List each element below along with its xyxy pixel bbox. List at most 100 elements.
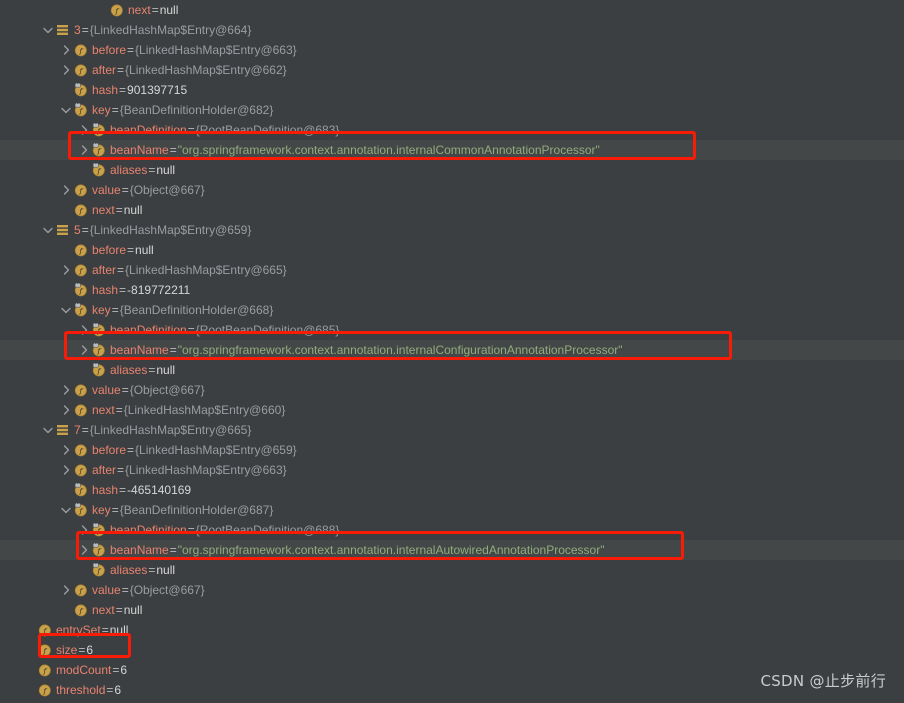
variable-row[interactable]: f aliases = null bbox=[0, 360, 904, 380]
chevron-down-icon[interactable] bbox=[60, 500, 73, 520]
variable-name: key bbox=[92, 303, 111, 317]
chevron-right-icon[interactable] bbox=[78, 520, 91, 540]
variable-name: aliases bbox=[110, 163, 148, 177]
variable-value: -819772211 bbox=[127, 283, 191, 297]
equals-sign: = bbox=[121, 383, 129, 397]
chevron-down-icon[interactable] bbox=[42, 420, 55, 440]
chevron-down-icon[interactable] bbox=[60, 300, 73, 320]
equals-sign: = bbox=[148, 363, 156, 377]
variable-row[interactable]: f aliases = null bbox=[0, 160, 904, 180]
variable-row[interactable]: f beanName = "org.springframework.context… bbox=[0, 340, 904, 360]
equals-sign: = bbox=[127, 43, 135, 57]
variable-row[interactable]: f before = null bbox=[0, 240, 904, 260]
variable-row[interactable]: 5 = {LinkedHashMap$Entry@659} bbox=[0, 220, 904, 240]
variable-row[interactable]: f beanDefinition = {RootBeanDefinition@68… bbox=[0, 120, 904, 140]
chevron-down-icon[interactable] bbox=[42, 20, 55, 40]
field-final-icon: f bbox=[91, 160, 107, 180]
chevron-right-icon[interactable] bbox=[78, 540, 91, 560]
variable-value: {LinkedHashMap$Entry@664} bbox=[89, 23, 252, 37]
equals-sign: = bbox=[111, 503, 119, 517]
variable-row[interactable]: f next = null bbox=[0, 0, 904, 20]
variable-row[interactable]: f beanName = "org.springframework.context… bbox=[0, 540, 904, 560]
field-icon: f bbox=[73, 380, 89, 400]
chevron-right-icon[interactable] bbox=[60, 380, 73, 400]
variable-row[interactable]: f after = {LinkedHashMap$Entry@662} bbox=[0, 60, 904, 80]
equals-sign: = bbox=[187, 123, 195, 137]
variable-row[interactable]: f beanDefinition = {RootBeanDefinition@68… bbox=[0, 520, 904, 540]
chevron-right-icon[interactable] bbox=[78, 340, 91, 360]
variable-value: "org.springframework.context.annotation.… bbox=[177, 343, 623, 357]
variable-row[interactable]: f hash = 901397715 bbox=[0, 80, 904, 100]
variable-name: aliases bbox=[110, 563, 148, 577]
variable-name: hash bbox=[92, 83, 119, 97]
variable-row[interactable]: 3 = {LinkedHashMap$Entry@664} bbox=[0, 20, 904, 40]
variable-name: beanDefinition bbox=[110, 123, 187, 137]
variable-value: null bbox=[159, 3, 179, 17]
chevron-down-icon[interactable] bbox=[42, 220, 55, 240]
variable-row[interactable]: f next = {LinkedHashMap$Entry@660} bbox=[0, 400, 904, 420]
chevron-right-icon[interactable] bbox=[78, 320, 91, 340]
variable-value: {Object@667} bbox=[129, 583, 205, 597]
variable-row[interactable]: f beanName = "org.springframework.context… bbox=[0, 140, 904, 160]
variable-row[interactable]: f key = {BeanDefinitionHolder@687} bbox=[0, 500, 904, 520]
equals-sign: = bbox=[111, 303, 119, 317]
chevron-right-icon[interactable] bbox=[60, 460, 73, 480]
variable-row[interactable]: f next = null bbox=[0, 200, 904, 220]
field-final-icon: f bbox=[73, 280, 89, 300]
chevron-right-icon[interactable] bbox=[60, 440, 73, 460]
chevron-right-icon[interactable] bbox=[60, 400, 73, 420]
variable-row[interactable]: f before = {LinkedHashMap$Entry@659} bbox=[0, 440, 904, 460]
chevron-right-icon[interactable] bbox=[60, 60, 73, 80]
variable-name: key bbox=[92, 503, 111, 517]
chevron-right-icon[interactable] bbox=[60, 180, 73, 200]
variable-name: next bbox=[128, 3, 151, 17]
equals-sign: = bbox=[119, 483, 127, 497]
variable-row[interactable]: f hash = -465140169 bbox=[0, 480, 904, 500]
equals-sign: = bbox=[169, 143, 177, 157]
variable-row[interactable]: f beanDefinition = {RootBeanDefinition@68… bbox=[0, 320, 904, 340]
variable-row[interactable]: f after = {LinkedHashMap$Entry@663} bbox=[0, 460, 904, 480]
chevron-right-icon[interactable] bbox=[60, 40, 73, 60]
variable-row[interactable]: f key = {BeanDefinitionHolder@668} bbox=[0, 300, 904, 320]
chevron-right-icon[interactable] bbox=[60, 580, 73, 600]
variable-row[interactable]: f size = 6 bbox=[0, 640, 904, 660]
variable-row[interactable]: f entrySet = null bbox=[0, 620, 904, 640]
variable-row[interactable]: f aliases = null bbox=[0, 560, 904, 580]
variable-row[interactable]: f after = {LinkedHashMap$Entry@665} bbox=[0, 260, 904, 280]
field-icon: f bbox=[37, 680, 53, 700]
equals-sign: = bbox=[121, 583, 129, 597]
variable-value: {LinkedHashMap$Entry@662} bbox=[125, 63, 287, 77]
variable-row[interactable]: f before = {LinkedHashMap$Entry@663} bbox=[0, 40, 904, 60]
chevron-right-icon[interactable] bbox=[78, 120, 91, 140]
field-icon: f bbox=[37, 660, 53, 680]
variables-tree[interactable]: f next = null 3 = {LinkedHashMap$Entry@664… bbox=[0, 0, 904, 703]
variable-row[interactable]: f next = null bbox=[0, 600, 904, 620]
variable-row[interactable]: f key = {BeanDefinitionHolder@682} bbox=[0, 100, 904, 120]
variable-row[interactable]: f hash = -819772211 bbox=[0, 280, 904, 300]
field-icon: f bbox=[73, 260, 89, 280]
equals-sign: = bbox=[117, 463, 125, 477]
field-final-icon: f bbox=[73, 500, 89, 520]
variable-row[interactable]: f value = {Object@667} bbox=[0, 180, 904, 200]
chevron-down-icon[interactable] bbox=[60, 100, 73, 120]
equals-sign: = bbox=[117, 63, 125, 77]
chevron-right-icon[interactable] bbox=[78, 140, 91, 160]
chevron-right-icon[interactable] bbox=[60, 260, 73, 280]
field-icon: f bbox=[73, 180, 89, 200]
variable-row[interactable]: f value = {Object@667} bbox=[0, 580, 904, 600]
variable-row[interactable]: f value = {Object@667} bbox=[0, 380, 904, 400]
variable-value: {LinkedHashMap$Entry@659} bbox=[135, 443, 297, 457]
variable-row[interactable]: 7 = {LinkedHashMap$Entry@665} bbox=[0, 420, 904, 440]
variable-name: entrySet bbox=[56, 623, 101, 637]
variable-name: next bbox=[92, 603, 115, 617]
variable-name: hash bbox=[92, 483, 119, 497]
variable-value: {LinkedHashMap$Entry@665} bbox=[89, 423, 252, 437]
field-final-icon: f bbox=[73, 100, 89, 120]
